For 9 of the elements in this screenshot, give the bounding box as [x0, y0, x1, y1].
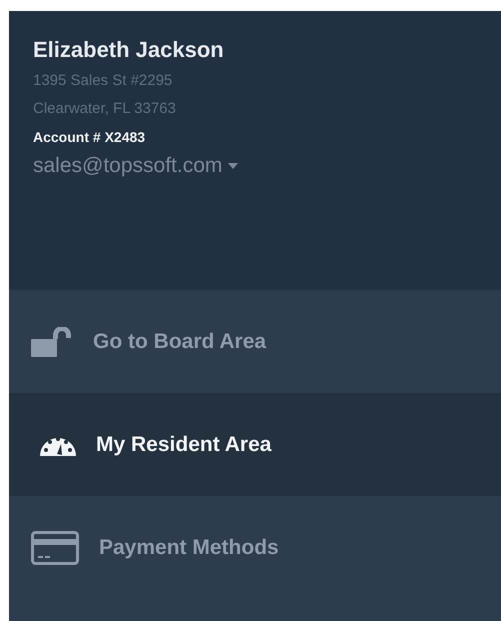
caret-icon	[228, 163, 238, 169]
user-name: Elizabeth Jackson	[33, 36, 224, 64]
account-number: Account # X2483	[33, 128, 146, 147]
credit-card-icon	[31, 530, 79, 564]
menu-item[interactable]: My Resident Area	[9, 393, 501, 496]
padlock-icon	[31, 326, 73, 356]
email-dropdown[interactable]: sales@topssoft.com	[33, 151, 238, 181]
address-line: Clearwater, FL 33763	[33, 99, 176, 119]
address-line: 1395 Sales St #2295	[33, 71, 172, 91]
